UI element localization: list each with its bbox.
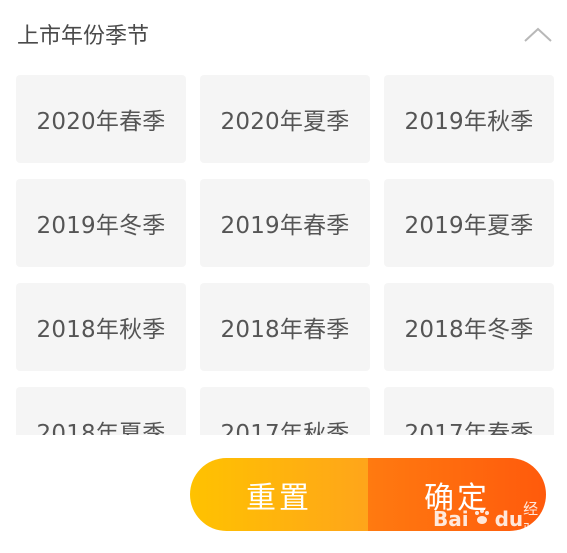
season-option-label: 2018年秋季 [36, 317, 166, 343]
season-option-label: 2019年秋季 [404, 109, 534, 135]
season-option-label: 2020年春季 [36, 109, 166, 135]
season-option[interactable]: 2017年春季 [384, 387, 554, 435]
season-option-label: 2019年夏季 [404, 213, 534, 239]
season-option-label: 2018年春季 [220, 317, 350, 343]
season-option-label: 2017年秋季 [220, 421, 350, 435]
season-option-label: 2020年夏季 [220, 109, 350, 135]
season-option-label: 2018年夏季 [36, 421, 166, 435]
season-option[interactable]: 2019年夏季 [384, 179, 554, 267]
season-option-label: 2019年冬季 [36, 213, 166, 239]
season-option-label: 2018年冬季 [404, 317, 534, 343]
season-option[interactable]: 2018年秋季 [16, 283, 186, 371]
season-option[interactable]: 2020年春季 [16, 75, 186, 163]
chevron-up-icon[interactable] [522, 24, 554, 44]
season-option[interactable]: 2020年夏季 [200, 75, 370, 163]
confirm-button[interactable]: 确定 [368, 458, 546, 531]
action-bar: 重置 确定 [190, 458, 546, 531]
season-option-label: 2017年春季 [404, 421, 534, 435]
section-title: 上市年份季节 [17, 24, 150, 49]
season-option[interactable]: 2019年秋季 [384, 75, 554, 163]
season-option[interactable]: 2018年春季 [200, 283, 370, 371]
season-option[interactable]: 2019年春季 [200, 179, 370, 267]
season-option[interactable]: 2019年冬季 [16, 179, 186, 267]
season-option[interactable]: 2018年冬季 [384, 283, 554, 371]
season-options-list[interactable]: 2020年春季 2020年夏季 2019年秋季 2019年冬季 2019年春季 … [0, 75, 567, 435]
season-option[interactable]: 2018年夏季 [16, 387, 186, 435]
season-option-label: 2019年春季 [220, 213, 350, 239]
reset-button[interactable]: 重置 [190, 458, 368, 531]
season-option[interactable]: 2017年秋季 [200, 387, 370, 435]
filter-header: 上市年份季节 [0, 0, 567, 75]
